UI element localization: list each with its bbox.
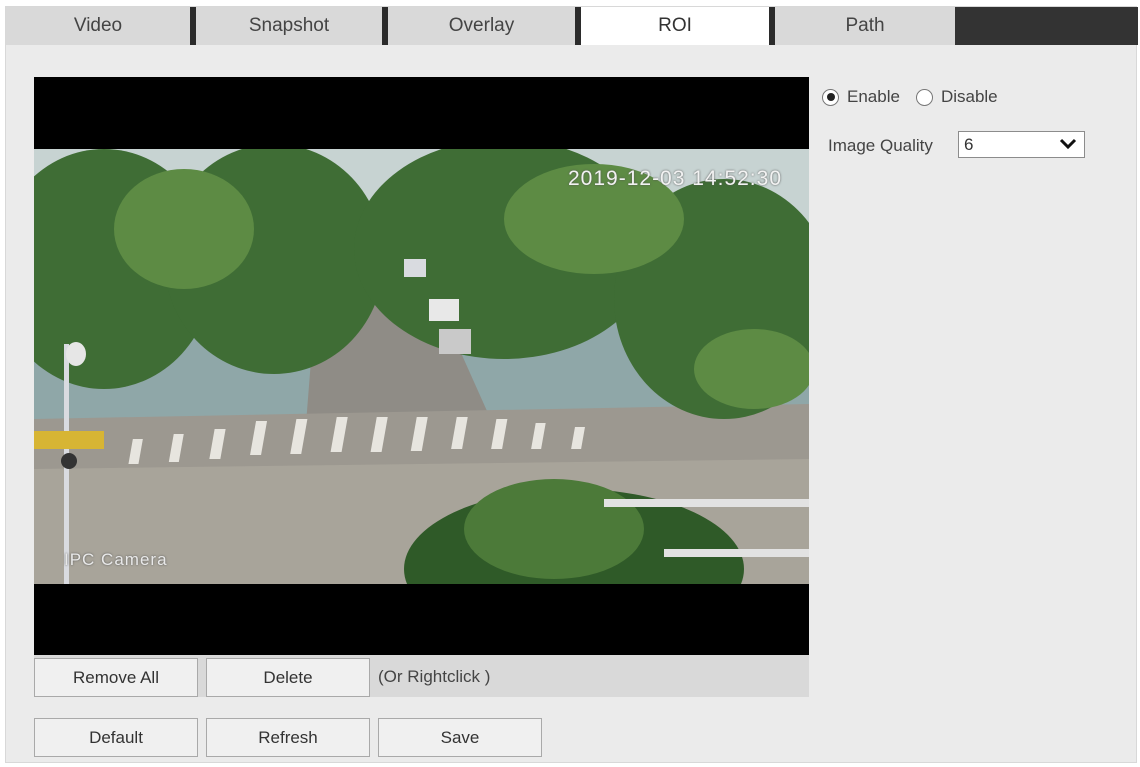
- chevron-down-icon: [1059, 138, 1077, 150]
- tab-label: ROI: [658, 15, 692, 36]
- osd-timestamp: 2019-12-03 14:52:30: [568, 167, 782, 190]
- tab-snapshot[interactable]: Snapshot: [196, 7, 382, 45]
- roi-enable-group: Enable Disable: [822, 87, 998, 107]
- save-button[interactable]: Save: [378, 718, 542, 757]
- image-quality-value: 6: [964, 134, 974, 154]
- tab-video[interactable]: Video: [6, 7, 190, 45]
- tab-label: Video: [73, 15, 123, 36]
- roi-settings-panel: Video Snapshot Overlay ROI Path 2019-12-…: [5, 6, 1138, 763]
- refresh-button[interactable]: Refresh: [206, 718, 370, 757]
- disable-radio[interactable]: [915, 88, 933, 106]
- delete-hint: (Or Rightclick ): [378, 667, 491, 686]
- enable-label[interactable]: Enable: [847, 87, 900, 107]
- tab-bar: Video Snapshot Overlay ROI Path: [6, 7, 1138, 45]
- tab-label: Snapshot: [248, 15, 330, 36]
- tab-label: Path: [845, 15, 885, 36]
- camera-scene: [34, 149, 809, 584]
- delete-button[interactable]: Delete: [206, 658, 370, 697]
- osd-channel-name: IPC Camera: [64, 550, 168, 569]
- video-preview[interactable]: 2019-12-03 14:52:30 IPC Camera: [34, 77, 809, 655]
- image-quality-label: Image Quality: [828, 136, 933, 155]
- tab-path[interactable]: Path: [775, 7, 955, 45]
- default-button[interactable]: Default: [34, 718, 198, 757]
- image-quality-select[interactable]: 6: [958, 131, 1085, 158]
- tab-overlay[interactable]: Overlay: [388, 7, 575, 45]
- tab-label: Overlay: [448, 15, 515, 36]
- disable-label[interactable]: Disable: [941, 87, 998, 107]
- tab-roi[interactable]: ROI: [581, 7, 769, 45]
- radio-selected-dot: [826, 93, 835, 101]
- tab-bar-filler: [955, 7, 1138, 45]
- enable-radio[interactable]: [822, 88, 839, 106]
- remove-all-button[interactable]: Remove All: [34, 658, 198, 697]
